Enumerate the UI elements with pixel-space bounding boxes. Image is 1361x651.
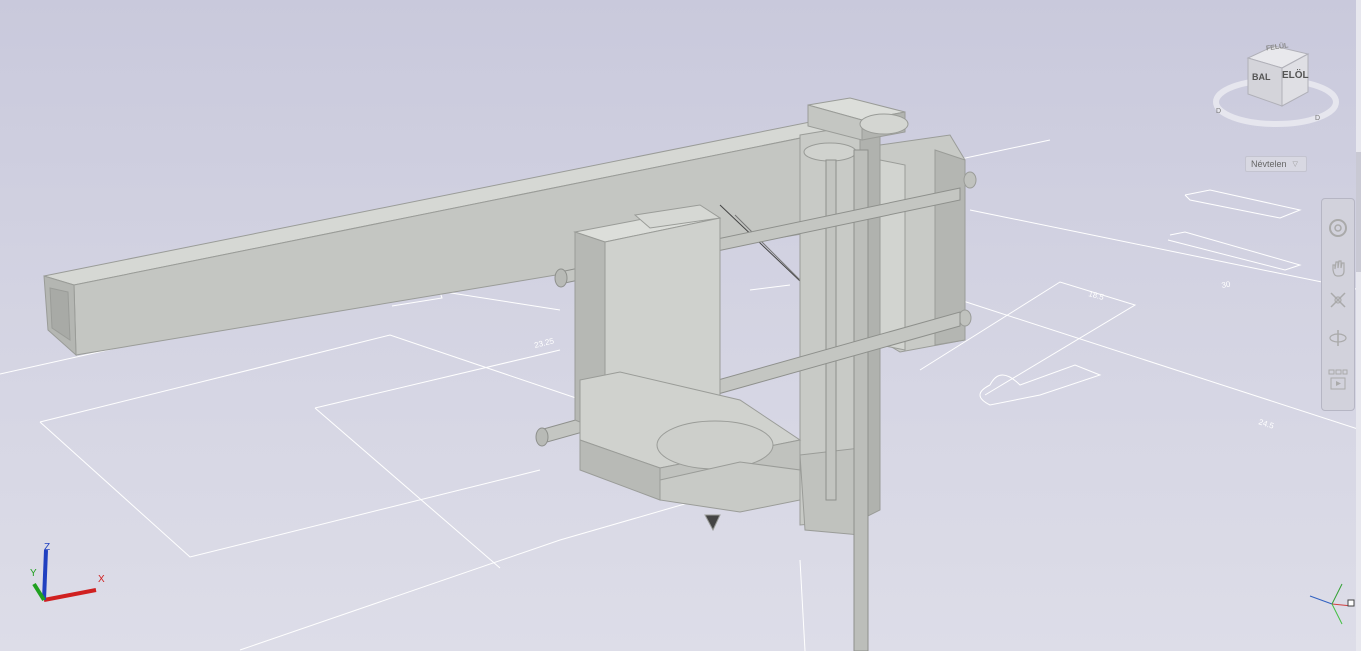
viewcube[interactable]: FELÜL BAL ELÖL D D	[1212, 38, 1342, 130]
dimension-label: 18.5	[1087, 289, 1105, 302]
compass-west-label[interactable]: D	[1216, 108, 1221, 115]
corner-axis-gizmo	[1309, 583, 1355, 625]
showmotion-icon[interactable]	[1325, 365, 1351, 395]
viewcube-graphic	[1213, 45, 1339, 127]
axis-y-label: Y	[30, 568, 37, 579]
dimension-label: 23.25	[533, 336, 555, 350]
axis-z-label: Z	[44, 542, 50, 553]
chevron-down-icon: ▽	[1292, 161, 1298, 168]
named-view-label: Névtelen	[1251, 159, 1287, 169]
zoom-icon[interactable]	[1325, 285, 1351, 315]
tool-clamp[interactable]	[579, 371, 802, 532]
vertical-scrollbar[interactable]	[1356, 0, 1361, 651]
steering-wheel-icon[interactable]	[1325, 213, 1351, 243]
axis-x-label: X	[98, 574, 105, 585]
dimension-label: 30	[1221, 279, 1232, 290]
viewcube-left-label[interactable]: BAL	[1252, 72, 1271, 82]
pan-icon[interactable]	[1325, 253, 1351, 283]
cad-model-scene[interactable]: 23.25 18.5 30 24.5	[0, 0, 1361, 651]
right-carriage[interactable]	[879, 134, 977, 353]
navigation-bar	[1321, 198, 1355, 411]
scrollbar-thumb[interactable]	[1356, 152, 1361, 272]
dimension-label: 24.5	[1257, 417, 1275, 431]
3d-viewport[interactable]: 23.25 18.5 30 24.5 X Y Z	[0, 0, 1361, 651]
compass-south-label[interactable]: D	[1315, 115, 1320, 122]
ucs-icon: X Y Z	[30, 542, 105, 602]
named-view-dropdown[interactable]: Névtelen ▽	[1245, 156, 1307, 172]
viewcube-front-label[interactable]: ELÖL	[1282, 70, 1309, 81]
orbit-icon[interactable]	[1325, 323, 1351, 353]
